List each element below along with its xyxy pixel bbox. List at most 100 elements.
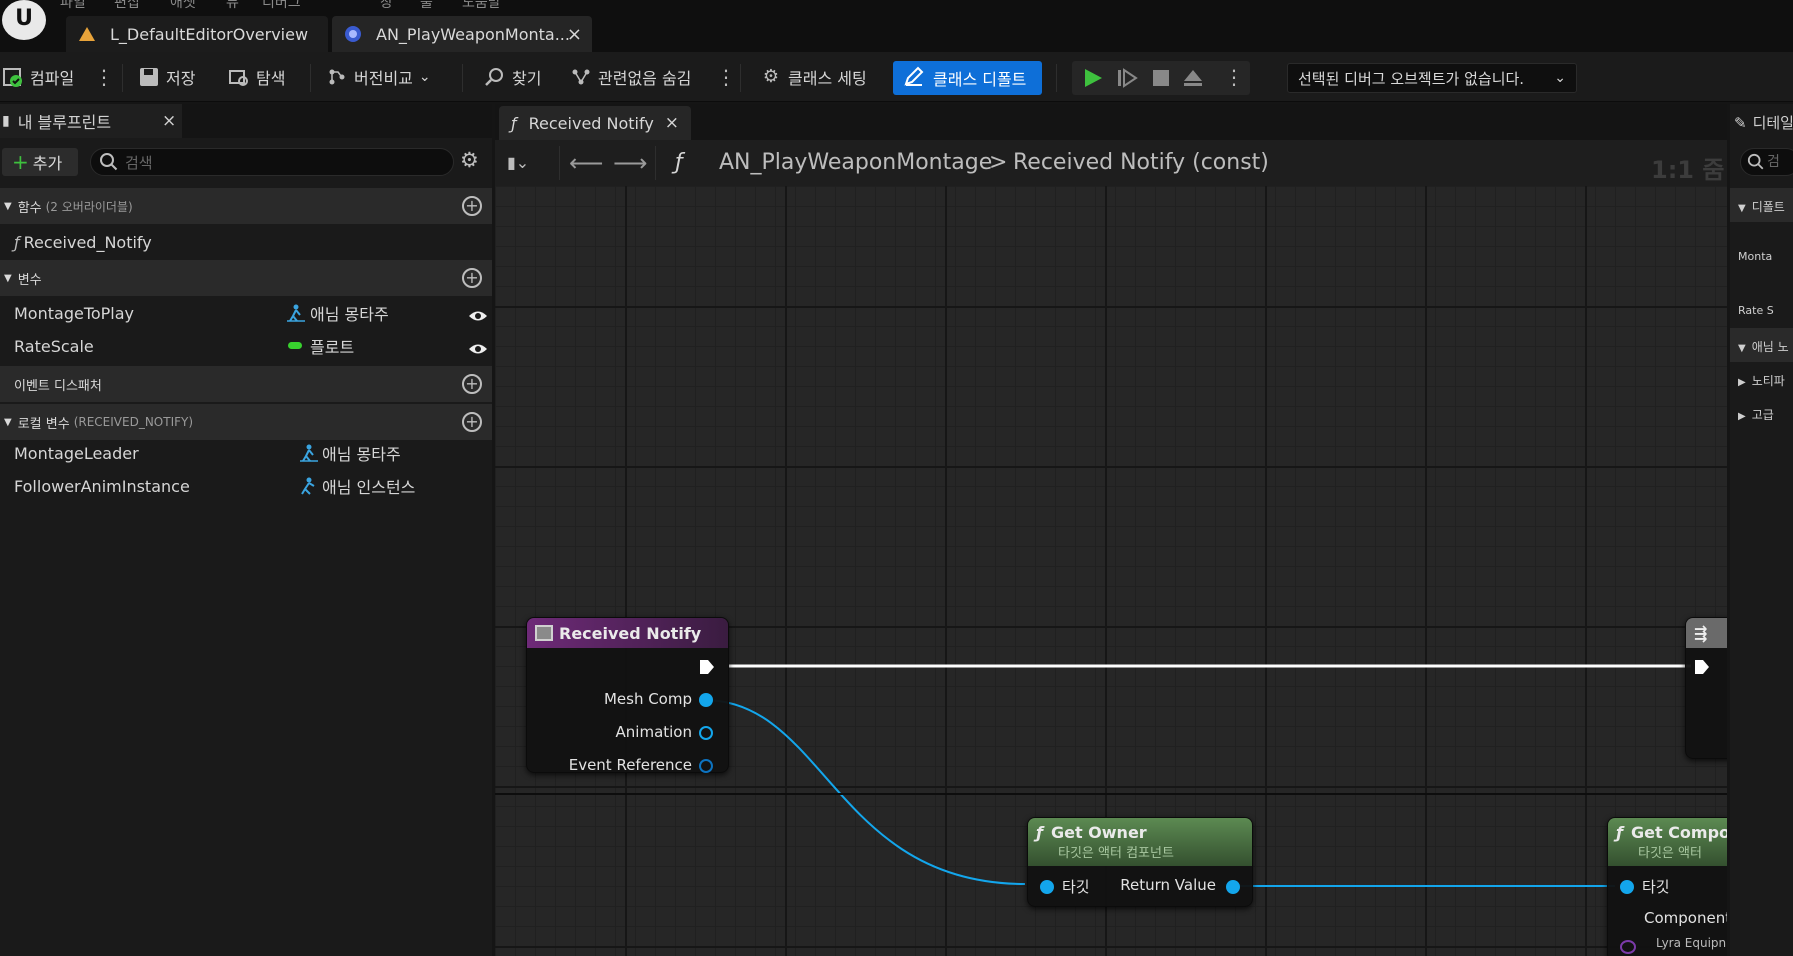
exec-in-pin[interactable] (1694, 659, 1710, 679)
received-notify-node[interactable]: Received Notify Mesh Comp Animation Even… (526, 617, 729, 774)
debug-object-select[interactable]: 선택된 디버그 오브젝트가 없습니다. ⌄ (1287, 63, 1577, 93)
compile-button[interactable]: 컴파일 (2, 62, 74, 92)
debug-object-label: 선택된 디버그 오브젝트가 없습니다. (1298, 69, 1525, 88)
node-subtitle: 타깃은 액터 컴포넌트 (1058, 846, 1174, 861)
pin-label-animation: Animation (615, 723, 692, 741)
collapse-arrow-icon: ▼ (4, 272, 12, 284)
menu-view[interactable]: 뷰 (226, 0, 239, 12)
breadcrumb-asset[interactable]: AN_PlayWeaponMontage (719, 150, 992, 175)
close-icon[interactable]: × (665, 113, 679, 133)
browse-button[interactable]: 탐색 (228, 62, 285, 92)
search-placeholder: 검색 (125, 153, 153, 172)
add-button[interactable]: + 추가 (2, 148, 78, 176)
menu-file[interactable]: 파일 (60, 0, 86, 12)
eject-icon[interactable] (1182, 67, 1204, 93)
functions-sub: (2 오버라이더블) (45, 199, 133, 214)
details-tab[interactable]: ✎ 디테일 (1730, 112, 1793, 133)
mesh-comp-wire (703, 699, 1026, 885)
add-function-icon[interactable]: + (462, 196, 482, 216)
details-search-input[interactable]: 검 (1740, 148, 1793, 176)
more-options-icon[interactable]: ⋮ (716, 66, 736, 88)
blueprint-tab-icon: ▮ (2, 113, 10, 129)
class-defaults-button[interactable]: 클래스 디폴트 (893, 61, 1042, 95)
add-variable-icon[interactable]: + (462, 268, 482, 288)
tab-blueprint-editor[interactable]: AN_PlayWeaponMonta... × (332, 16, 592, 52)
visibility-eye-icon[interactable] (468, 307, 488, 321)
step-icon[interactable] (1116, 67, 1138, 93)
node-title: Get Owner (1050, 823, 1147, 842)
edit-defaults-icon (903, 65, 925, 91)
play-icon[interactable] (1082, 67, 1104, 93)
my-blueprint-tab[interactable]: ▮ 내 블루프린트 × (0, 104, 182, 138)
anim-montage-type-icon (285, 303, 307, 323)
menu-edit[interactable]: 편집 (114, 0, 140, 12)
close-icon[interactable]: × (162, 111, 176, 131)
bookmark-icon[interactable]: ▮⌄ (507, 153, 529, 172)
visibility-eye-icon[interactable] (468, 340, 488, 354)
diff-button[interactable]: 버전비교 ⌄ (326, 62, 431, 92)
target-pin[interactable] (1040, 880, 1054, 894)
save-icon (138, 66, 160, 88)
tab-level-editor[interactable]: L_DefaultEditorOverview (66, 16, 328, 52)
unreal-logo-icon[interactable]: U (2, 0, 46, 40)
local-variable-item-followeraniminstance[interactable]: FollowerAnimInstance 애님 인스턴스 (0, 470, 492, 502)
variables-section-header[interactable]: ▼ 변수 + (0, 260, 492, 296)
class-settings-button[interactable]: ⚙ 클래스 세팅 (760, 62, 867, 92)
node-header: Received Notify (527, 618, 728, 648)
divider (122, 64, 123, 92)
variable-item-ratescale[interactable]: RateScale 플로트 (0, 330, 492, 362)
function-item-received-notify[interactable]: ƒ Received_Notify (0, 226, 492, 258)
tab-received-notify[interactable]: ƒ Received Notify × (499, 106, 691, 140)
node-title: Get Compo (1630, 823, 1727, 842)
chevron-down-icon: ⌄ (1554, 70, 1566, 86)
get-component-node[interactable]: ƒ Get Compo 타깃은 액터 타깃 Component Lyra Equi… (1607, 817, 1727, 956)
menu-asset[interactable]: 애셋 (170, 0, 196, 12)
variable-name: FollowerAnimInstance (14, 476, 190, 496)
compile-options-icon[interactable]: ⋮ (94, 66, 114, 88)
local-variable-item-montageleader[interactable]: MontageLeader 애님 몽타주 (0, 437, 492, 469)
variable-name: MontageToPlay (14, 303, 135, 323)
find-button[interactable]: 찾기 (484, 62, 541, 92)
gear-icon[interactable]: ⚙ (460, 148, 479, 172)
close-icon[interactable]: × (567, 24, 582, 45)
variable-item-montagetoplay[interactable]: MontageToPlay 애님 몽타주 (0, 297, 492, 329)
chevron-down-icon: ⌄ (418, 69, 431, 85)
menu-tools[interactable]: 툴 (420, 0, 433, 12)
target-pin[interactable] (1620, 880, 1634, 894)
forward-arrow-icon[interactable]: ⟶ (613, 149, 647, 177)
details-icon: ✎ (1734, 114, 1747, 132)
return-value-pin[interactable] (1226, 880, 1240, 894)
menu-debug[interactable]: 디버그 (262, 0, 301, 12)
functions-section-header[interactable]: ▼ 함수 (2 오버라이더블) + (0, 188, 492, 224)
event-reference-pin[interactable] (699, 759, 713, 773)
animation-pin[interactable] (699, 726, 713, 740)
pin-label-mesh-comp: Mesh Comp (603, 690, 692, 708)
offscreen-node[interactable]: ⇶ (1685, 617, 1727, 759)
menu-help[interactable]: 도움말 (462, 0, 501, 12)
search-input[interactable]: 검색 (90, 148, 454, 176)
play-options-icon[interactable]: ⋮ (1224, 65, 1244, 89)
collapse-arrow-icon: ▼ (4, 200, 12, 212)
details-title: 디테일 (1752, 114, 1793, 132)
local-variables-section-header[interactable]: ▼ 로컬 변수 (RECEIVED_NOTIFY) + (0, 404, 492, 440)
function-entry-icon (535, 625, 553, 641)
browse-label: 탐색 (256, 69, 286, 88)
section-notify[interactable]: ▶ 노티파 (1730, 372, 1793, 389)
section-advanced[interactable]: ▶ 고급 (1730, 406, 1793, 423)
save-button[interactable]: 저장 (138, 62, 195, 92)
back-arrow-icon[interactable]: ⟵ (569, 149, 603, 177)
variables-title: 변수 (17, 272, 42, 288)
hide-unrelated-button[interactable]: 관련없음 숨김 (570, 62, 691, 92)
menu-window[interactable]: 창 (380, 0, 393, 12)
exec-out-pin[interactable] (699, 659, 715, 679)
add-local-variable-icon[interactable]: + (462, 412, 482, 432)
blueprint-graph-canvas[interactable]: Received Notify Mesh Comp Animation Even… (495, 186, 1727, 956)
event-dispatchers-section-header[interactable]: 이벤트 디스패처 + (0, 366, 492, 402)
pin-label-target: 타깃 (1062, 878, 1090, 896)
pin-label-target: 타깃 (1642, 878, 1670, 896)
component-class-pin[interactable] (1620, 940, 1636, 954)
add-event-dispatcher-icon[interactable]: + (462, 374, 482, 394)
mesh-comp-pin[interactable] (699, 693, 713, 707)
get-owner-node[interactable]: ƒ Get Owner 타깃은 액터 컴포넌트 타깃 Return Value (1027, 817, 1253, 907)
stop-icon[interactable] (1150, 67, 1172, 93)
